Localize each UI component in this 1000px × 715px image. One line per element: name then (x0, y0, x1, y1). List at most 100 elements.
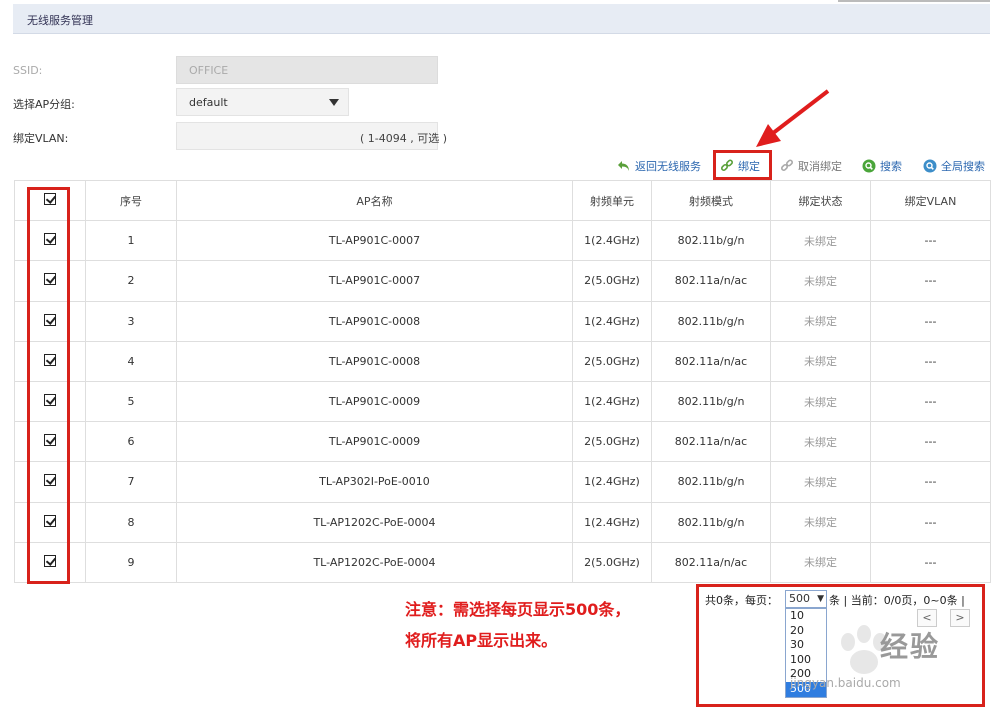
table-row[interactable]: 1 TL-AP901C-0007 1(2.4GHz) 802.11b/g/n 未绑定 --… (14, 220, 991, 262)
vlan-hint: ( 1-4094 , 可选 ) (360, 132, 448, 145)
radio-mode: 802.11b/g/n (651, 461, 771, 503)
unlink-icon (780, 159, 794, 173)
row-index: 5 (85, 380, 177, 423)
unbind-label: 取消绑定 (798, 160, 842, 173)
page-header: 无线服务管理 (13, 4, 990, 34)
column-header: 绑定状态 (770, 179, 871, 222)
watermark-url: jingyan.baidu.com (790, 676, 901, 690)
row-index: 8 (85, 501, 177, 543)
bind-vlan: --- (870, 541, 991, 583)
row-index: 2 (85, 260, 177, 302)
radio-mode: 802.11a/n/ac (651, 260, 771, 302)
bind-status: 未绑定 (770, 541, 871, 583)
radio-mode: 802.11a/n/ac (651, 340, 771, 382)
column-header: AP名称 (176, 179, 573, 222)
page-title: 无线服务管理 (27, 14, 93, 27)
back-to-wireless-label: 返回无线服务 (635, 160, 701, 173)
ap-name: TL-AP901C-0008 (176, 300, 573, 342)
dropdown-arrow-icon (329, 99, 339, 106)
ap-name: TL-AP901C-0007 (176, 220, 573, 262)
radio-mode: 802.11b/g/n (651, 380, 771, 423)
ap-name: TL-AP901C-0009 (176, 380, 573, 423)
ap-name: TL-AP302I-PoE-0010 (176, 461, 573, 503)
search-icon (862, 159, 876, 173)
row-index: 1 (85, 220, 177, 262)
column-header: 序号 (85, 179, 177, 222)
table-row[interactable]: 6 TL-AP901C-0009 2(5.0GHz) 802.11a/n/ac 未绑定 -… (14, 421, 991, 463)
row-index: 4 (85, 340, 177, 382)
global-search-icon (923, 159, 937, 173)
bind-vlan: --- (870, 380, 991, 423)
ssid-field: OFFICE (176, 56, 438, 84)
radio-unit: 2(5.0GHz) (572, 340, 652, 382)
table-row[interactable]: 8 TL-AP1202C-PoE-0004 1(2.4GHz) 802.11b/g/n… (14, 501, 991, 543)
radio-unit: 1(2.4GHz) (572, 461, 652, 503)
radio-unit: 1(2.4GHz) (572, 220, 652, 262)
radio-unit: 2(5.0GHz) (572, 260, 652, 302)
column-header: 射频模式 (651, 179, 771, 222)
table-row[interactable]: 3 TL-AP901C-0008 1(2.4GHz) 802.11b/g/n 未绑定 --… (14, 300, 991, 342)
checkbox-highlight-box (27, 187, 70, 584)
table-body: 1 TL-AP901C-0007 1(2.4GHz) 802.11b/g/n 未绑定 --… (14, 220, 991, 583)
note-line-1: 注意：需选择每页显示500条， (405, 600, 631, 619)
radio-mode: 802.11a/n/ac (651, 541, 771, 583)
bind-highlight-box (713, 150, 772, 180)
global-search-label: 全局搜索 (941, 160, 985, 173)
ssid-value: OFFICE (189, 64, 229, 77)
search-button[interactable]: 搜索 (862, 157, 902, 175)
bind-status: 未绑定 (770, 421, 871, 463)
bind-vlan: --- (870, 421, 991, 463)
vlan-label: 绑定VLAN: (13, 132, 69, 145)
table-row[interactable]: 4 TL-AP901C-0008 2(5.0GHz) 802.11a/n/ac 未绑定 -… (14, 340, 991, 382)
row-index: 3 (85, 300, 177, 342)
ap-name: TL-AP1202C-PoE-0004 (176, 541, 573, 583)
row-index: 6 (85, 421, 177, 463)
bind-status: 未绑定 (770, 380, 871, 423)
radio-unit: 2(5.0GHz) (572, 541, 652, 583)
bind-status: 未绑定 (770, 340, 871, 382)
radio-mode: 802.11b/g/n (651, 300, 771, 342)
return-arrow-icon (617, 159, 631, 173)
bind-vlan: --- (870, 340, 991, 382)
bind-vlan: --- (870, 260, 991, 302)
bind-vlan: --- (870, 501, 991, 543)
back-to-wireless-button[interactable]: 返回无线服务 (617, 157, 701, 175)
bind-status: 未绑定 (770, 300, 871, 342)
column-header: 射频单元 (572, 179, 652, 222)
page-root: 无线服务管理 SSID: OFFICE 选择AP分组: default 绑定VL… (0, 0, 1000, 715)
ap-group-select[interactable]: default (176, 88, 349, 116)
row-index: 7 (85, 461, 177, 503)
ap-name: TL-AP901C-0009 (176, 421, 573, 463)
ssid-label: SSID: (13, 64, 43, 77)
bind-status: 未绑定 (770, 260, 871, 302)
radio-unit: 2(5.0GHz) (572, 421, 652, 463)
radio-mode: 802.11b/g/n (651, 501, 771, 543)
bind-status: 未绑定 (770, 501, 871, 543)
radio-unit: 1(2.4GHz) (572, 300, 652, 342)
table-row[interactable]: 9 TL-AP1202C-PoE-0004 2(5.0GHz) 802.11a/n/a… (14, 541, 991, 583)
table-row[interactable]: 7 TL-AP302I-PoE-0010 1(2.4GHz) 802.11b/g/n 未… (14, 461, 991, 503)
bind-status: 未绑定 (770, 461, 871, 503)
top-edge-decoration (838, 0, 990, 2)
table-header-row: 序号 AP名称 射频单元 射频模式 绑定状态 绑定VLAN (14, 179, 991, 222)
global-search-button[interactable]: 全局搜索 (923, 157, 985, 175)
ap-name: TL-AP901C-0007 (176, 260, 573, 302)
note-line-2: 将所有AP显示出来。 (405, 631, 558, 650)
bind-vlan: --- (870, 220, 991, 262)
bind-status: 未绑定 (770, 220, 871, 262)
search-label: 搜索 (880, 160, 902, 173)
bind-vlan: --- (870, 461, 991, 503)
radio-mode: 802.11b/g/n (651, 220, 771, 262)
table-row[interactable]: 2 TL-AP901C-0007 2(5.0GHz) 802.11a/n/ac 未绑定 -… (14, 260, 991, 302)
radio-unit: 1(2.4GHz) (572, 501, 652, 543)
row-index: 9 (85, 541, 177, 583)
ap-name: TL-AP901C-0008 (176, 340, 573, 382)
unbind-button[interactable]: 取消绑定 (780, 157, 842, 175)
bind-vlan: --- (870, 300, 991, 342)
table-row[interactable]: 5 TL-AP901C-0009 1(2.4GHz) 802.11b/g/n 未绑定 --… (14, 380, 991, 423)
radio-unit: 1(2.4GHz) (572, 380, 652, 423)
watermark-brand: 经验 (880, 630, 941, 663)
column-header: 绑定VLAN (870, 179, 991, 222)
ap-group-value: default (189, 96, 228, 109)
ap-name: TL-AP1202C-PoE-0004 (176, 501, 573, 543)
